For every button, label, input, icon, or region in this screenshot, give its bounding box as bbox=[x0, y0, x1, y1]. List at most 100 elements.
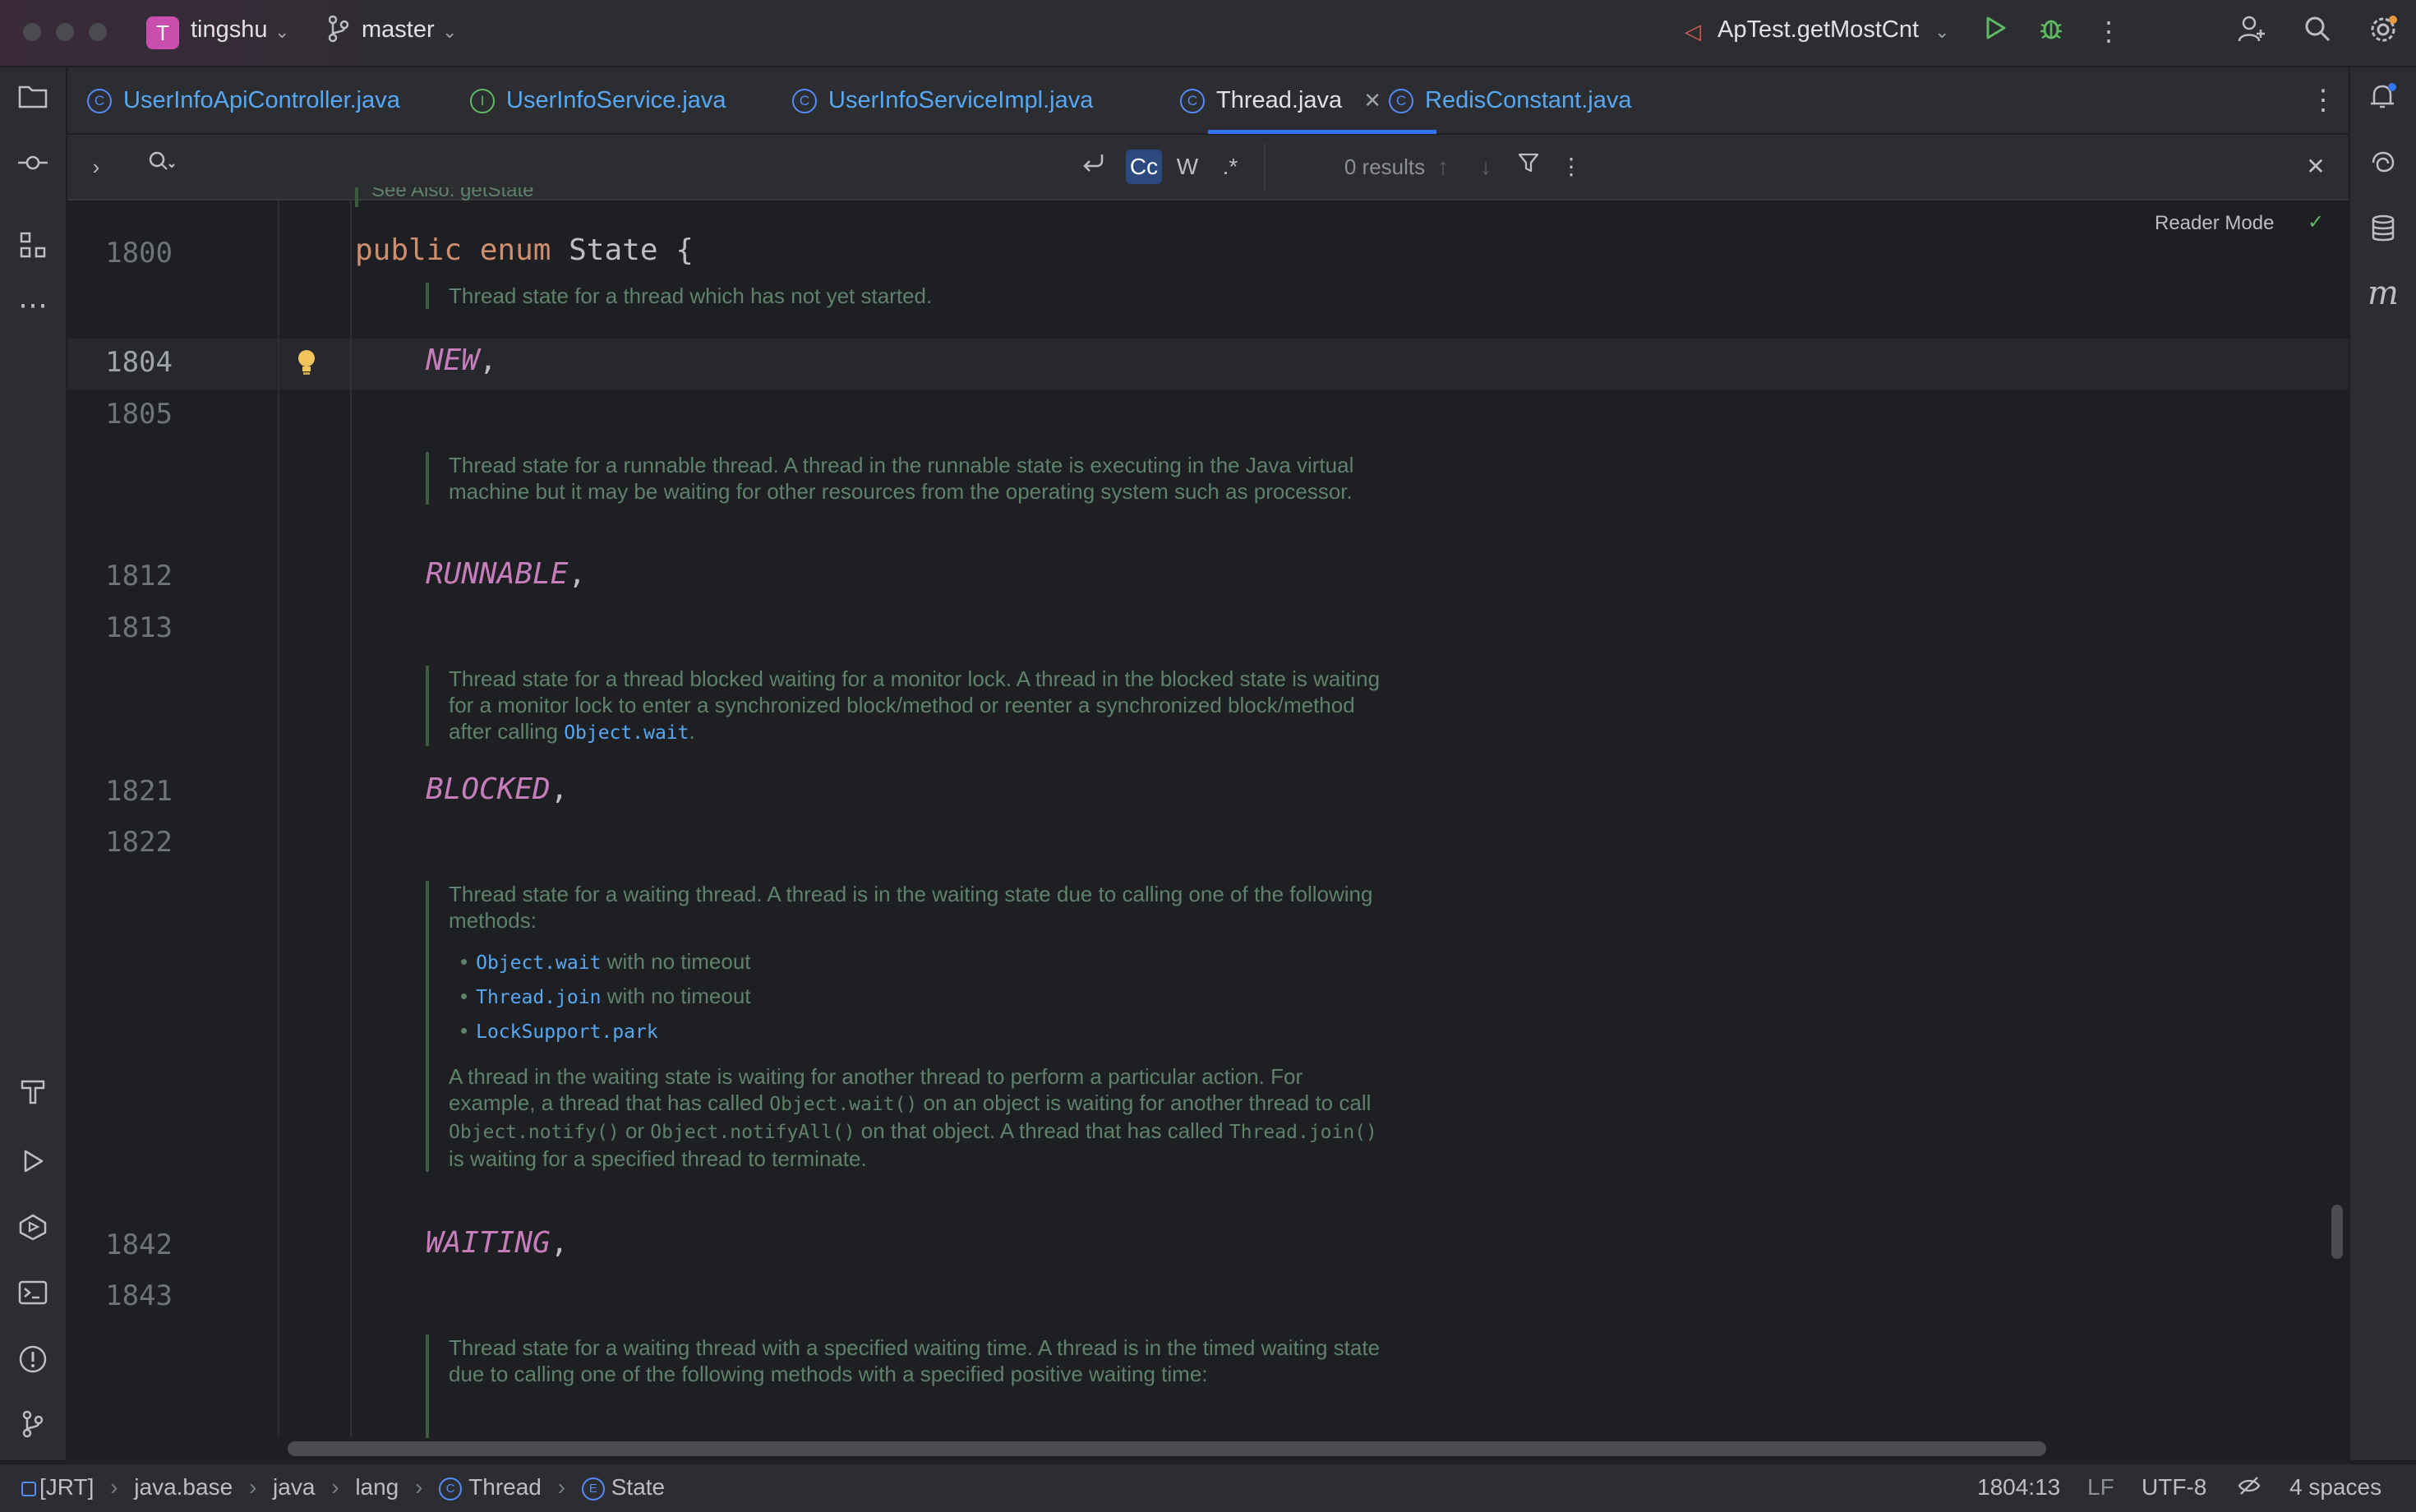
tab-label: RedisConstant.java bbox=[1425, 87, 1632, 113]
enum-icon: E bbox=[581, 1477, 605, 1500]
services-icon[interactable] bbox=[0, 1213, 66, 1248]
reader-mode-button[interactable]: Reader Mode bbox=[2155, 212, 2274, 235]
doc-waiting: Thread state for a waiting thread. A thr… bbox=[426, 881, 1386, 1172]
module-icon bbox=[21, 1481, 36, 1496]
breadcrumb-item[interactable]: lang bbox=[355, 1474, 399, 1500]
settings-gear-icon[interactable] bbox=[2367, 15, 2400, 48]
project-avatar[interactable]: T bbox=[146, 16, 179, 49]
whole-words-toggle[interactable]: W bbox=[1170, 150, 1205, 184]
filter-icon[interactable] bbox=[1512, 150, 1545, 184]
right-tool-window-bar: m bbox=[2349, 67, 2416, 1460]
debug-icon[interactable] bbox=[2035, 15, 2068, 48]
doc-link[interactable]: Object.wait bbox=[476, 952, 601, 974]
close-window-button[interactable] bbox=[23, 23, 41, 41]
new-line-icon[interactable] bbox=[1077, 150, 1109, 184]
caret-line-highlight bbox=[67, 339, 2349, 390]
find-options-icon[interactable]: ⋮ bbox=[1555, 150, 1588, 184]
more-actions-icon[interactable]: ⋮ bbox=[2092, 15, 2125, 48]
chevron-right-icon: › bbox=[110, 1474, 118, 1500]
read-only-icon[interactable] bbox=[2237, 1474, 2262, 1503]
enum-constant-blocked: BLOCKED, bbox=[426, 772, 569, 806]
breadcrumb-item[interactable]: Thread bbox=[468, 1474, 542, 1500]
next-occurrence-icon[interactable]: ↓ bbox=[1469, 150, 1502, 184]
gutter-separator bbox=[278, 201, 279, 1438]
project-folder-icon[interactable] bbox=[0, 82, 66, 118]
class-icon: C bbox=[1180, 89, 1205, 114]
line-number: 1822 bbox=[105, 826, 173, 859]
zoom-window-button[interactable] bbox=[89, 23, 107, 41]
doc-timed-waiting: Thread state for a waiting thread with a… bbox=[426, 1335, 1386, 1438]
enum-declaration: public enum State { bbox=[355, 233, 694, 267]
notifications-bell-icon[interactable] bbox=[2350, 82, 2416, 119]
terminal-icon[interactable] bbox=[0, 1279, 66, 1313]
divider bbox=[1264, 143, 1266, 191]
tab-actions-icon[interactable]: ⋮ bbox=[2309, 67, 2337, 133]
maven-icon[interactable]: m bbox=[2350, 274, 2416, 312]
caret-position[interactable]: 1804:13 bbox=[1977, 1474, 2060, 1500]
more-tools-icon[interactable]: ⋯ bbox=[0, 288, 66, 322]
title-bar: T tingshu ⌄ master ⌄ ◁ ApTest.getMostCnt… bbox=[0, 0, 2416, 67]
enum-constant-runnable: RUNNABLE, bbox=[426, 557, 587, 591]
close-tab-icon[interactable]: ✕ bbox=[1363, 88, 1381, 113]
run-icon[interactable] bbox=[1979, 15, 2012, 48]
tab-userinfoapicontroller[interactable]: C UserInfoApiController.java bbox=[87, 67, 400, 133]
chevron-down-icon[interactable]: ⌄ bbox=[1934, 21, 1949, 43]
previous-occurrence-icon[interactable]: ↑ bbox=[1427, 150, 1459, 184]
tab-userinfoserviceimpl[interactable]: C UserInfoServiceImpl.java bbox=[792, 67, 1093, 133]
indent-setting[interactable]: 4 spaces bbox=[2289, 1474, 2381, 1500]
line-number: 1812 bbox=[105, 560, 173, 592]
line-number: 1843 bbox=[105, 1279, 173, 1312]
commit-icon[interactable] bbox=[0, 148, 66, 182]
breadcrumb-item[interactable]: java.base bbox=[134, 1474, 233, 1500]
database-icon[interactable] bbox=[2350, 214, 2416, 251]
expand-replace-icon[interactable]: › bbox=[84, 150, 108, 184]
vertical-scrollbar[interactable] bbox=[2331, 1205, 2343, 1259]
tab-thread[interactable]: C Thread.java ✕ bbox=[1160, 67, 1402, 133]
list-item: Object.wait with no timeout bbox=[460, 948, 1386, 976]
doc-link[interactable]: LockSupport.park bbox=[476, 1021, 658, 1043]
search-history-icon[interactable] bbox=[141, 150, 182, 184]
tab-userinfoservice[interactable]: I UserInfoService.java bbox=[470, 67, 726, 133]
breadcrumb-item[interactable]: java bbox=[273, 1474, 315, 1500]
intention-bulb-icon[interactable] bbox=[294, 348, 319, 380]
tab-label: UserInfoService.java bbox=[506, 87, 726, 113]
add-user-icon[interactable] bbox=[2235, 15, 2268, 48]
chevron-right-icon: › bbox=[415, 1474, 423, 1500]
tab-label: Thread.java bbox=[1216, 87, 1343, 113]
regex-toggle[interactable]: .* bbox=[1213, 150, 1247, 184]
line-number: 1800 bbox=[105, 237, 173, 270]
run-config-name[interactable]: ApTest.getMostCnt bbox=[1717, 16, 1919, 44]
structure-icon[interactable] bbox=[0, 230, 66, 267]
horizontal-scrollbar[interactable] bbox=[288, 1441, 2046, 1456]
close-find-icon[interactable]: ✕ bbox=[2299, 150, 2332, 184]
search-input[interactable] bbox=[191, 146, 1131, 187]
doc-link[interactable]: Thread.join bbox=[476, 987, 601, 1008]
line-separator[interactable]: LF bbox=[2087, 1474, 2114, 1500]
branch-name[interactable]: master bbox=[362, 16, 435, 44]
minimize-window-button[interactable] bbox=[56, 23, 74, 41]
indent-guide bbox=[350, 201, 352, 1438]
project-name[interactable]: tingshu bbox=[191, 16, 268, 44]
class-icon: C bbox=[792, 89, 817, 114]
branch-icon[interactable] bbox=[322, 15, 355, 48]
ai-assistant-icon[interactable] bbox=[2350, 148, 2416, 185]
enum-constant-waiting: WAITING, bbox=[426, 1226, 569, 1260]
doc-link[interactable]: Object.wait bbox=[564, 722, 689, 744]
doc-runnable: Thread state for a runnable thread. A th… bbox=[426, 452, 1386, 505]
problems-icon[interactable] bbox=[0, 1344, 66, 1381]
match-case-toggle[interactable]: Cc bbox=[1126, 150, 1162, 184]
file-encoding[interactable]: UTF-8 bbox=[2142, 1474, 2206, 1500]
chevron-down-icon[interactable]: ⌄ bbox=[442, 21, 457, 43]
search-icon[interactable] bbox=[2301, 15, 2334, 48]
run-tool-icon[interactable] bbox=[0, 1147, 66, 1182]
line-number: 1805 bbox=[105, 398, 173, 431]
class-icon: C bbox=[439, 1477, 463, 1500]
git-icon[interactable] bbox=[0, 1410, 66, 1445]
breadcrumb-item[interactable]: [JRT] bbox=[39, 1474, 94, 1500]
build-hammer-icon[interactable] bbox=[0, 1076, 66, 1113]
tab-label: UserInfoServiceImpl.java bbox=[828, 87, 1094, 113]
interface-icon: I bbox=[470, 89, 495, 114]
breadcrumb-item[interactable]: State bbox=[611, 1474, 665, 1500]
tab-redisconstant[interactable]: C RedisConstant.java bbox=[1389, 67, 1631, 133]
chevron-down-icon[interactable]: ⌄ bbox=[274, 21, 289, 43]
